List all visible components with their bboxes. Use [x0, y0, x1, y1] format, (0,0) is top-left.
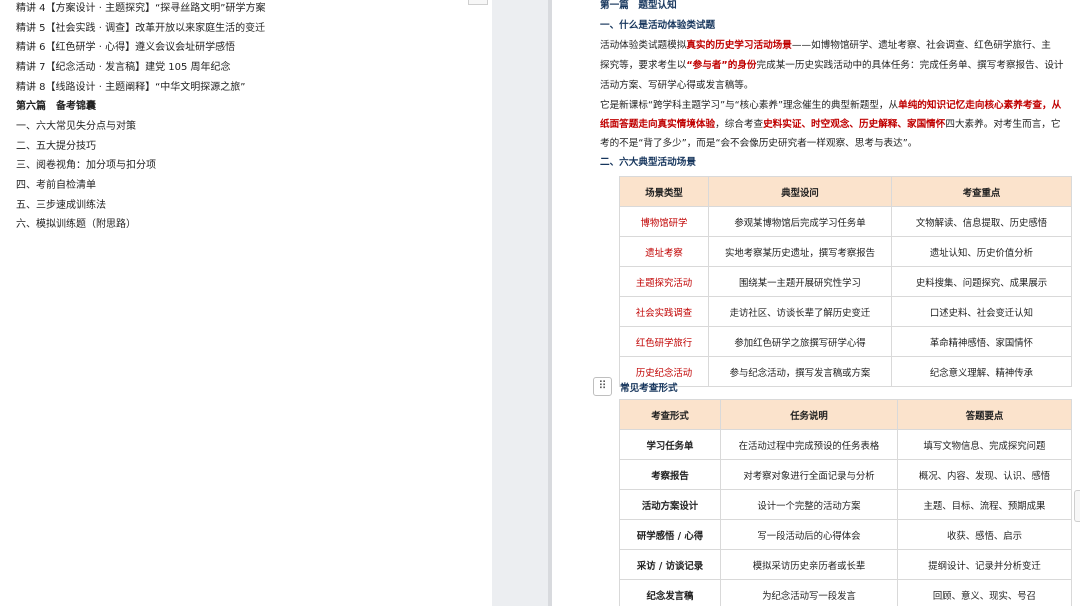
text-run: 完成某一历史实践活动中的具体任务：完成任务单、撰写考察报告、设计 — [756, 60, 1064, 71]
table-cell: 研学感悟 / 心得 — [619, 519, 721, 550]
section-heading: 常见考查形式 — [620, 383, 678, 394]
toc-item[interactable]: 二、五大提分技巧 — [16, 140, 96, 154]
table-cell: 对考察对象进行全面记录与分析 — [720, 459, 898, 490]
table-cell: 收获、感悟、启示 — [897, 519, 1072, 550]
table-row: 红色研学旅行 参加红色研学之旅撰写研学心得 革命精神感悟、家国情怀 — [619, 326, 1072, 357]
text-run: ——如博物馆研学、遗址考察、社会调查、红色研学旅行、主 — [791, 40, 1051, 51]
table-cell: 围绕某一主题开展研究性学习 — [708, 266, 892, 297]
table-cell: 遗址认知、历史价值分析 — [891, 236, 1072, 267]
table-header-cell: 场景类型 — [619, 176, 709, 207]
toc-item[interactable]: 精讲 8【线路设计 · 主题阐释】“中华文明探源之旅” — [16, 81, 245, 95]
table-row: 研学感悟 / 心得 写一段活动后的心得体会 收获、感悟、启示 — [619, 519, 1072, 550]
table-row: 遗址考察 实地考察某历史遗址，撰写考察报告 遗址认知、历史价值分析 — [619, 236, 1072, 267]
table-header-cell: 考查重点 — [891, 176, 1072, 207]
table-cell: 纪念发言稿 — [619, 579, 721, 606]
emphasis-text: 史料实证、时空观念、历史解释、家国情怀 — [763, 119, 946, 130]
scroll-tab[interactable] — [468, 0, 488, 5]
table-cell: 参加红色研学之旅撰写研学心得 — [708, 326, 892, 357]
table-cell: 社会实践调查 — [619, 296, 709, 327]
table-cell: 写一段活动后的心得体会 — [720, 519, 898, 550]
toc-item[interactable]: 六、模拟训练题（附思路） — [16, 218, 136, 232]
exam-form-table: 考查形式 任务说明 答题要点 学习任务单 在活动过程中完成预设的任务表格 填写文物信… — [619, 399, 1072, 606]
table-row: 活动方案设计 设计一个完整的活动方案 主题、目标、流程、预期成果 — [619, 489, 1072, 520]
paragraph-line: 纸面答题走向真实情境体验，综合考查史料实证、时空观念、历史解释、家国情怀四大素养… — [600, 118, 1061, 131]
table-cell: 主题探究活动 — [619, 266, 709, 297]
text-run: 四大素养。对考生而言，它 — [945, 119, 1061, 130]
text-run: 活动体验类试题模拟 — [600, 40, 687, 51]
part-title: 第一篇 题型认知 — [600, 0, 677, 11]
emphasis-text: 纸面答题走向真实情境体验 — [600, 119, 716, 130]
toc-item[interactable]: 五、三步速成训练法 — [16, 199, 106, 213]
table-cell: 革命精神感悟、家国情怀 — [891, 326, 1072, 357]
section-heading: 一、什么是活动体验类试题 — [600, 20, 716, 31]
table-cell: 红色研学旅行 — [619, 326, 709, 357]
table-cell: 参观某博物馆后完成学习任务单 — [708, 206, 892, 237]
table-row: 历史纪念活动 参与纪念活动，撰写发言稿或方案 纪念意义理解、精神传承 — [619, 356, 1072, 387]
table-cell: 参与纪念活动，撰写发言稿或方案 — [708, 356, 892, 387]
table-cell: 史料搜集、问题探究、成果展示 — [891, 266, 1072, 297]
table-cell: 为纪念活动写一段发言 — [720, 579, 898, 606]
table-cell: 采访 / 访谈记录 — [619, 549, 721, 580]
table-cell: 纪念意义理解、精神传承 — [891, 356, 1072, 387]
toc-item[interactable]: 精讲 5【社会实践 · 调查】改革开放以来家庭生活的变迁 — [16, 22, 265, 36]
table-row: 考察报告 对考察对象进行全面记录与分析 概况、内容、发现、认识、感悟 — [619, 459, 1072, 490]
table-header-cell: 答题要点 — [897, 399, 1072, 430]
table-cell: 设计一个完整的活动方案 — [720, 489, 898, 520]
table-cell: 概况、内容、发现、认识、感悟 — [897, 459, 1072, 490]
table-cell: 博物馆研学 — [619, 206, 709, 237]
table-cell: 走访社区、访谈长辈了解历史变迁 — [708, 296, 892, 327]
right-document-page: 第一篇 题型认知 一、什么是活动体验类试题 活动体验类试题模拟真实的历史学习活动… — [552, 0, 1080, 606]
table-cell: 实地考察某历史遗址，撰写考察报告 — [708, 236, 892, 267]
table-cell: 回顾、意义、现实、号召 — [897, 579, 1072, 606]
paragraph-line: 探究等，要求考生以“参与者”的身份完成某一历史实践活动中的具体任务：完成任务单、… — [600, 59, 1064, 72]
table-header-cell: 任务说明 — [720, 399, 898, 430]
table-row: 博物馆研学 参观某博物馆后完成学习任务单 文物解读、信息提取、历史感悟 — [619, 206, 1072, 237]
table-header-cell: 典型设问 — [708, 176, 892, 207]
toc-item[interactable]: 精讲 6【红色研学 · 心得】遵义会议会址研学感悟 — [16, 41, 235, 55]
table-row: 主题探究活动 围绕某一主题开展研究性学习 史料搜集、问题探究、成果展示 — [619, 266, 1072, 297]
toc-item[interactable]: 精讲 4【方案设计 · 主题探究】“探寻丝路文明”研学方案 — [16, 2, 265, 16]
emphasis-text: 单纯的知识记忆走向核心素养考查，从 — [898, 100, 1062, 111]
text-run: 它是新课标“跨学科主题学习”与“核心素养”理念催生的典型新题型，从 — [600, 100, 899, 111]
table-row: 纪念发言稿 为纪念活动写一段发言 回顾、意义、现实、号召 — [619, 579, 1072, 606]
section-heading: 二、六大典型活动场景 — [600, 157, 696, 168]
table-row: 社会实践调查 走访社区、访谈长辈了解历史变迁 口述史料、社会变迁认知 — [619, 296, 1072, 327]
toc-item[interactable]: 四、考前自检清单 — [16, 179, 96, 193]
table-move-handle-icon[interactable]: ⠿ — [593, 377, 612, 396]
table-cell: 口述史料、社会变迁认知 — [891, 296, 1072, 327]
toc-item[interactable]: 精讲 7【纪念活动 · 发言稿】建党 105 周年纪念 — [16, 61, 231, 75]
table-header-cell: 考查形式 — [619, 399, 721, 430]
table-cell: 遗址考察 — [619, 236, 709, 267]
paragraph-line: 活动体验类试题模拟真实的历史学习活动场景——如博物馆研学、遗址考察、社会调查、红… — [600, 39, 1051, 52]
table-cell: 学习任务单 — [619, 429, 721, 460]
emphasis-text: 真实的历史学习活动场景 — [686, 40, 792, 51]
text-run: 探究等，要求考生以 — [600, 60, 687, 71]
toc-item[interactable]: 三、阅卷视角：加分项与扣分项 — [16, 159, 156, 173]
paragraph-line: 活动方案、写研学心得或发言稿等。 — [600, 80, 754, 91]
scroll-tab[interactable] — [1074, 490, 1080, 522]
text-run: ，综合考查 — [715, 119, 764, 130]
scenario-table: 场景类型 典型设问 考查重点 博物馆研学 参观某博物馆后完成学习任务单 文物解读、信… — [619, 176, 1072, 387]
table-row: 学习任务单 在活动过程中完成预设的任务表格 填写文物信息、完成探究问题 — [619, 429, 1072, 460]
table-cell: 模拟采访历史亲历者或长辈 — [720, 549, 898, 580]
table-cell: 提纲设计、记录并分析变迁 — [897, 549, 1072, 580]
table-cell: 文物解读、信息提取、历史感悟 — [891, 206, 1072, 237]
table-cell: 填写文物信息、完成探究问题 — [897, 429, 1072, 460]
table-row: 采访 / 访谈记录 模拟采访历史亲历者或长辈 提纲设计、记录并分析变迁 — [619, 549, 1072, 580]
table-cell: 考察报告 — [619, 459, 721, 490]
paragraph-line: 它是新课标“跨学科主题学习”与“核心素养”理念催生的典型新题型，从单纯的知识记忆… — [600, 99, 1061, 112]
emphasis-text: “参与者”的身份 — [686, 60, 757, 71]
table-cell: 主题、目标、流程、预期成果 — [897, 489, 1072, 520]
left-document-page: 精讲 4【方案设计 · 主题探究】“探寻丝路文明”研学方案 精讲 5【社会实践 … — [0, 0, 492, 606]
table-cell: 活动方案设计 — [619, 489, 721, 520]
table-cell: 在活动过程中完成预设的任务表格 — [720, 429, 898, 460]
paragraph-line: 考的不是“背了多少”，而是“会不会像历史研究者一样观察、思考与表达”。 — [600, 138, 918, 149]
toc-item[interactable]: 一、六大常见失分点与对策 — [16, 120, 136, 134]
toc-section-title[interactable]: 第六篇 备考锦囊 — [16, 100, 96, 114]
